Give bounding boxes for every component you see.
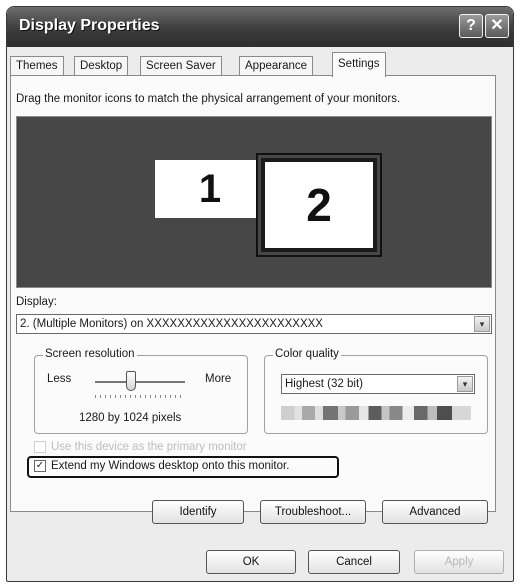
- identify-button[interactable]: Identify: [152, 500, 244, 524]
- resolution-slider-ticks: [95, 395, 185, 398]
- primary-monitor-checkbox: [34, 441, 46, 453]
- monitor-1-icon[interactable]: 1: [155, 160, 265, 218]
- display-select-value: 2. (Multiple Monitors) on XXXXXXXXXXXXXX…: [20, 318, 323, 330]
- title-bar[interactable]: Display Properties ? ✕: [7, 7, 513, 47]
- chevron-down-icon[interactable]: ▾: [474, 316, 490, 332]
- display-select[interactable]: 2. (Multiple Monitors) on XXXXXXXXXXXXXX…: [16, 314, 492, 334]
- screen-resolution-legend: Screen resolution: [43, 348, 137, 360]
- primary-monitor-label: Use this device as the primary monitor: [51, 441, 247, 454]
- resolution-less-label: Less: [47, 373, 72, 385]
- chevron-down-icon[interactable]: ▾: [457, 376, 473, 392]
- close-button[interactable]: ✕: [485, 14, 509, 38]
- troubleshoot-button[interactable]: Troubleshoot...: [260, 500, 366, 524]
- monitor-2-icon[interactable]: 2: [261, 158, 377, 252]
- help-button[interactable]: ?: [459, 14, 483, 38]
- color-quality-value: Highest (32 bit): [285, 378, 363, 390]
- primary-monitor-option: Use this device as the primary monitor: [34, 441, 247, 457]
- tab-screen-saver[interactable]: Screen Saver: [140, 56, 222, 76]
- apply-button[interactable]: Apply: [414, 550, 504, 574]
- color-quality-group: Color quality Highest (32 bit) ▾: [264, 348, 488, 434]
- tab-themes[interactable]: Themes: [10, 56, 64, 76]
- resolution-slider-thumb[interactable]: [126, 371, 136, 391]
- extend-desktop-checkbox[interactable]: ✓: [34, 460, 46, 472]
- cancel-button[interactable]: Cancel: [308, 550, 400, 574]
- monitor-arrangement-area: 1 2: [16, 116, 492, 288]
- color-quality-select[interactable]: Highest (32 bit) ▾: [281, 374, 475, 394]
- tab-appearance[interactable]: Appearance: [239, 56, 314, 76]
- screen-resolution-group: Screen resolution Less More 1280 by 1024…: [34, 348, 248, 434]
- color-quality-legend: Color quality: [273, 348, 341, 360]
- window-title: Display Properties: [19, 17, 160, 34]
- tab-desktop[interactable]: Desktop: [74, 56, 129, 76]
- tab-settings[interactable]: Settings: [332, 52, 386, 77]
- advanced-button[interactable]: Advanced: [382, 500, 488, 524]
- resolution-value: 1280 by 1024 pixels: [79, 412, 182, 424]
- resolution-slider-track[interactable]: [95, 381, 185, 383]
- instruction-text: Drag the monitor icons to match the phys…: [16, 93, 401, 105]
- extend-desktop-label: Extend my Windows desktop onto this moni…: [51, 460, 290, 473]
- display-label: Display:: [16, 296, 57, 308]
- ok-button[interactable]: OK: [206, 550, 296, 574]
- color-sample-bar: [281, 406, 471, 420]
- check-icon: ✓: [35, 460, 45, 471]
- extend-desktop-option[interactable]: ✓ Extend my Windows desktop onto this mon…: [27, 456, 339, 478]
- resolution-more-label: More: [205, 373, 232, 385]
